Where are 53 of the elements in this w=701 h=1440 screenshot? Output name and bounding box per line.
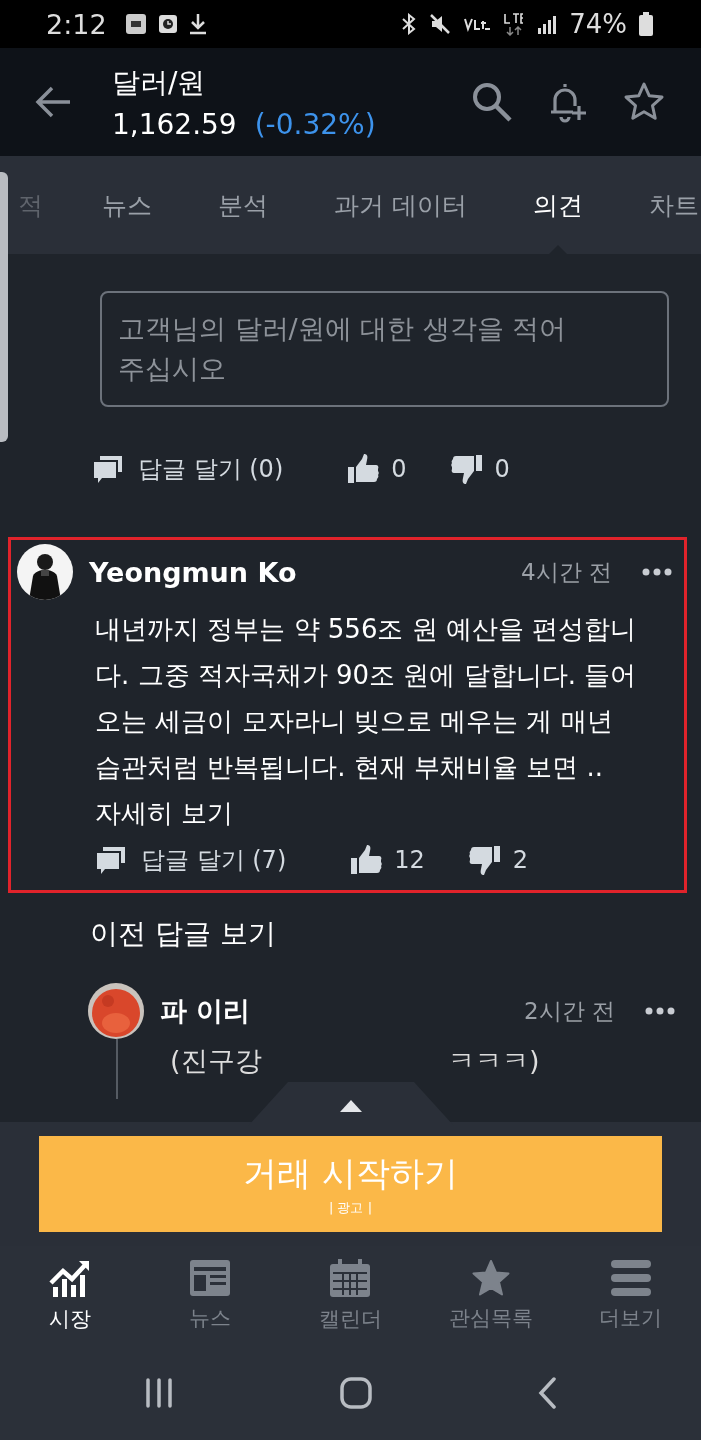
like-button[interactable]: 0 — [347, 453, 407, 485]
price-value: 1,162.59 — [112, 107, 237, 141]
dislike-button[interactable]: 2 — [468, 844, 529, 876]
reply-text: ㅋㅋㅋ) — [448, 1044, 540, 1078]
search-icon[interactable] — [471, 81, 513, 123]
tab[interactable]: 분석 — [185, 156, 301, 254]
comment-text: 내년까지 정부는 약 556조 원 예산을 편성합니다. 그중 적자국채가 90조 원에 달합니다. 들어오는 세금이 모자라니 빚으로 메우는 게 매년 습관처럼 반복됩니다. 현재 부채비율 보면 .. 자세히 보기 — [95, 613, 638, 830]
tab[interactable]: 뉴스 — [69, 156, 185, 254]
star-icon — [471, 1260, 510, 1296]
author-name: 파 이리 — [160, 994, 251, 1028]
page-title: 달러/원 — [112, 64, 207, 101]
post-time: 4시간 전 — [521, 557, 612, 587]
home-icon[interactable] — [339, 1377, 372, 1409]
scroll-handle[interactable] — [0, 172, 8, 442]
signal-icon — [537, 14, 558, 34]
tab[interactable]: 의견 — [499, 156, 616, 254]
price-change: (-0.32%) — [254, 107, 376, 141]
battery-percent: 74% — [569, 9, 627, 39]
thumbs-down-icon — [450, 453, 483, 485]
volte-icon — [463, 16, 492, 32]
reply-button[interactable]: 답글 달기 (7) — [95, 844, 287, 876]
dislike-button[interactable]: 0 — [450, 453, 510, 485]
menu-icon — [610, 1260, 651, 1296]
favorite-star-icon[interactable] — [623, 81, 665, 123]
tab[interactable]: 과거 데이터 — [301, 156, 500, 254]
thumbs-up-icon — [347, 453, 380, 485]
reply-button[interactable]: 답글 달기 (0) — [92, 453, 284, 485]
post-time: 2시간 전 — [524, 996, 615, 1026]
tab[interactable]: 차트 — [615, 156, 701, 254]
recent-apps-icon[interactable] — [143, 1378, 174, 1408]
chart-icon — [49, 1259, 92, 1297]
thumbs-down-icon — [468, 844, 501, 876]
like-button[interactable]: 12 — [350, 844, 425, 876]
lte-icon — [503, 12, 526, 36]
mute-icon — [429, 13, 452, 35]
more-icon[interactable] — [642, 568, 672, 576]
bluetooth-icon — [401, 13, 418, 35]
download-icon — [188, 13, 207, 35]
read-more-link[interactable]: 자세히 보기 — [95, 798, 234, 828]
back-icon[interactable] — [537, 1377, 558, 1409]
app-notification-icon — [124, 13, 147, 35]
previous-replies-link[interactable]: 이전 답글 보기 — [90, 915, 701, 953]
newspaper-icon — [190, 1260, 231, 1296]
battery-icon — [639, 12, 653, 36]
thumbs-up-icon — [350, 844, 383, 876]
reply-text: (진구강 — [170, 1044, 262, 1078]
status-time: 2:12 — [46, 8, 107, 40]
calendar-icon — [330, 1259, 371, 1297]
comment-input-field[interactable]: 고객님의 달러/원에 대한 생각을 적어 주십시오 — [100, 291, 669, 407]
clock-icon — [158, 15, 177, 33]
author-name: Yeongmun Ko — [89, 556, 297, 588]
nav-item[interactable]: 시장 — [0, 1258, 141, 1334]
more-icon[interactable] — [645, 1007, 675, 1015]
